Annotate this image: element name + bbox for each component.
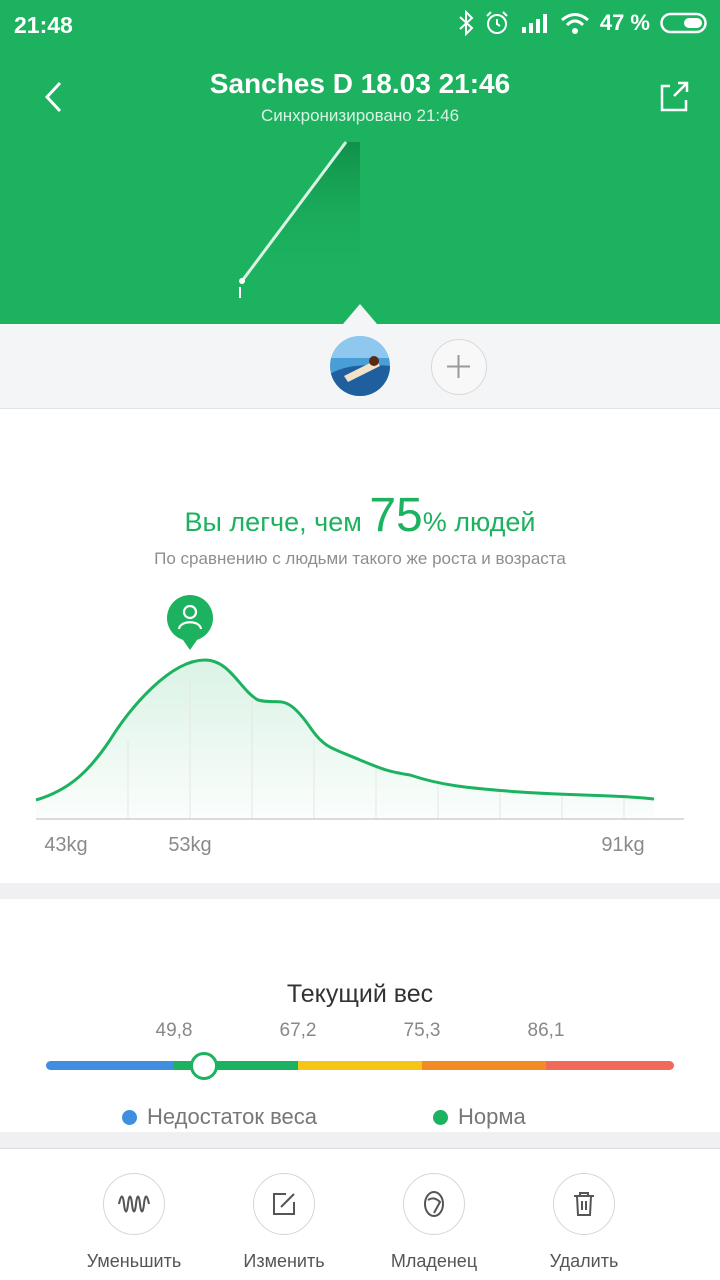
share-button[interactable]	[654, 76, 694, 116]
share-icon	[660, 81, 689, 112]
plus-icon	[447, 355, 470, 378]
edit-label: Изменить	[243, 1251, 325, 1271]
weight-distribution-chart: 43kg 53kg 91kg	[35, 595, 684, 856]
bluetooth-icon	[459, 10, 474, 36]
comparison-headline: Вы легче, чем 75% людей	[0, 488, 720, 543]
x-label-43kg: 43kg	[44, 834, 87, 856]
delete-circle	[553, 1173, 615, 1235]
battery-icon	[660, 12, 707, 34]
scale-segment-severe	[546, 1061, 674, 1070]
comparison-prefix: Вы легче, чем	[184, 507, 362, 537]
legend-dot	[433, 1109, 448, 1125]
reduce-label: Уменьшить	[86, 1251, 182, 1271]
delete-label: Удалить	[549, 1251, 619, 1271]
scale-segment-obese	[422, 1061, 546, 1070]
user-position-marker	[167, 595, 213, 650]
legend-label: Норма	[458, 1104, 526, 1129]
comparison-subtitle: По сравнению с людьми такого же роста и …	[154, 549, 566, 568]
add-user-button[interactable]	[431, 339, 487, 395]
battery-percent: 47 %	[599, 10, 650, 35]
baby-icon	[424, 1191, 444, 1217]
avatar-photo-icon	[330, 336, 390, 396]
legend-dot	[122, 1109, 137, 1125]
legend-label: Недостаток веса	[147, 1104, 318, 1129]
threshold-label: 67,2	[279, 1020, 317, 1041]
threshold-label: 49,8	[155, 1020, 193, 1041]
reduce-button[interactable]: Уменьшить	[59, 1173, 209, 1272]
status-time: 21:48	[14, 12, 73, 38]
action-bar: Уменьшить Изменить Младенец Удалить	[0, 1149, 720, 1280]
weight-scale-bar	[46, 1061, 674, 1070]
delete-button[interactable]: Удалить	[509, 1173, 659, 1272]
sync-status: Синхронизировано 21:46	[260, 106, 460, 125]
wifi-icon	[560, 13, 589, 34]
legend-item-underweight: Недостаток веса	[122, 1104, 317, 1130]
edit-circle	[253, 1173, 315, 1235]
trash-icon	[574, 1192, 594, 1216]
selection-pointer	[343, 304, 377, 324]
comparison-suffix: % людей	[422, 507, 536, 537]
baby-button[interactable]: Младенец	[359, 1173, 509, 1272]
alarm-icon	[486, 11, 508, 34]
edit-button[interactable]: Изменить	[209, 1173, 359, 1272]
comparison-percent: 75	[369, 489, 423, 542]
baby-label: Младенец	[390, 1251, 478, 1271]
current-weight-title: Текущий вес	[286, 980, 434, 1008]
trend-point[interactable]	[239, 278, 245, 284]
bottom-divider	[0, 1132, 720, 1149]
scale-segment-overweight	[298, 1061, 422, 1070]
waveform-icon	[118, 1195, 150, 1213]
legend-item-normal: Норма	[433, 1104, 526, 1130]
page-title: Sanches D 18.03 21:46	[209, 68, 511, 99]
signal-icon	[521, 14, 547, 33]
current-weight-marker	[190, 1052, 218, 1080]
x-label-53kg: 53kg	[168, 834, 211, 856]
weight-trend-chart	[239, 141, 360, 298]
status-bar: 21:48 47 %	[0, 0, 720, 52]
edit-icon	[273, 1193, 295, 1215]
baby-circle	[403, 1173, 465, 1235]
reduce-circle	[103, 1173, 165, 1235]
threshold-label: 75,3	[403, 1020, 441, 1041]
x-label-91kg: 91kg	[601, 834, 644, 856]
scale-segment-underweight	[46, 1061, 174, 1070]
section-divider	[0, 883, 720, 899]
threshold-label: 86,1	[527, 1020, 565, 1041]
avatar[interactable]	[330, 336, 390, 396]
